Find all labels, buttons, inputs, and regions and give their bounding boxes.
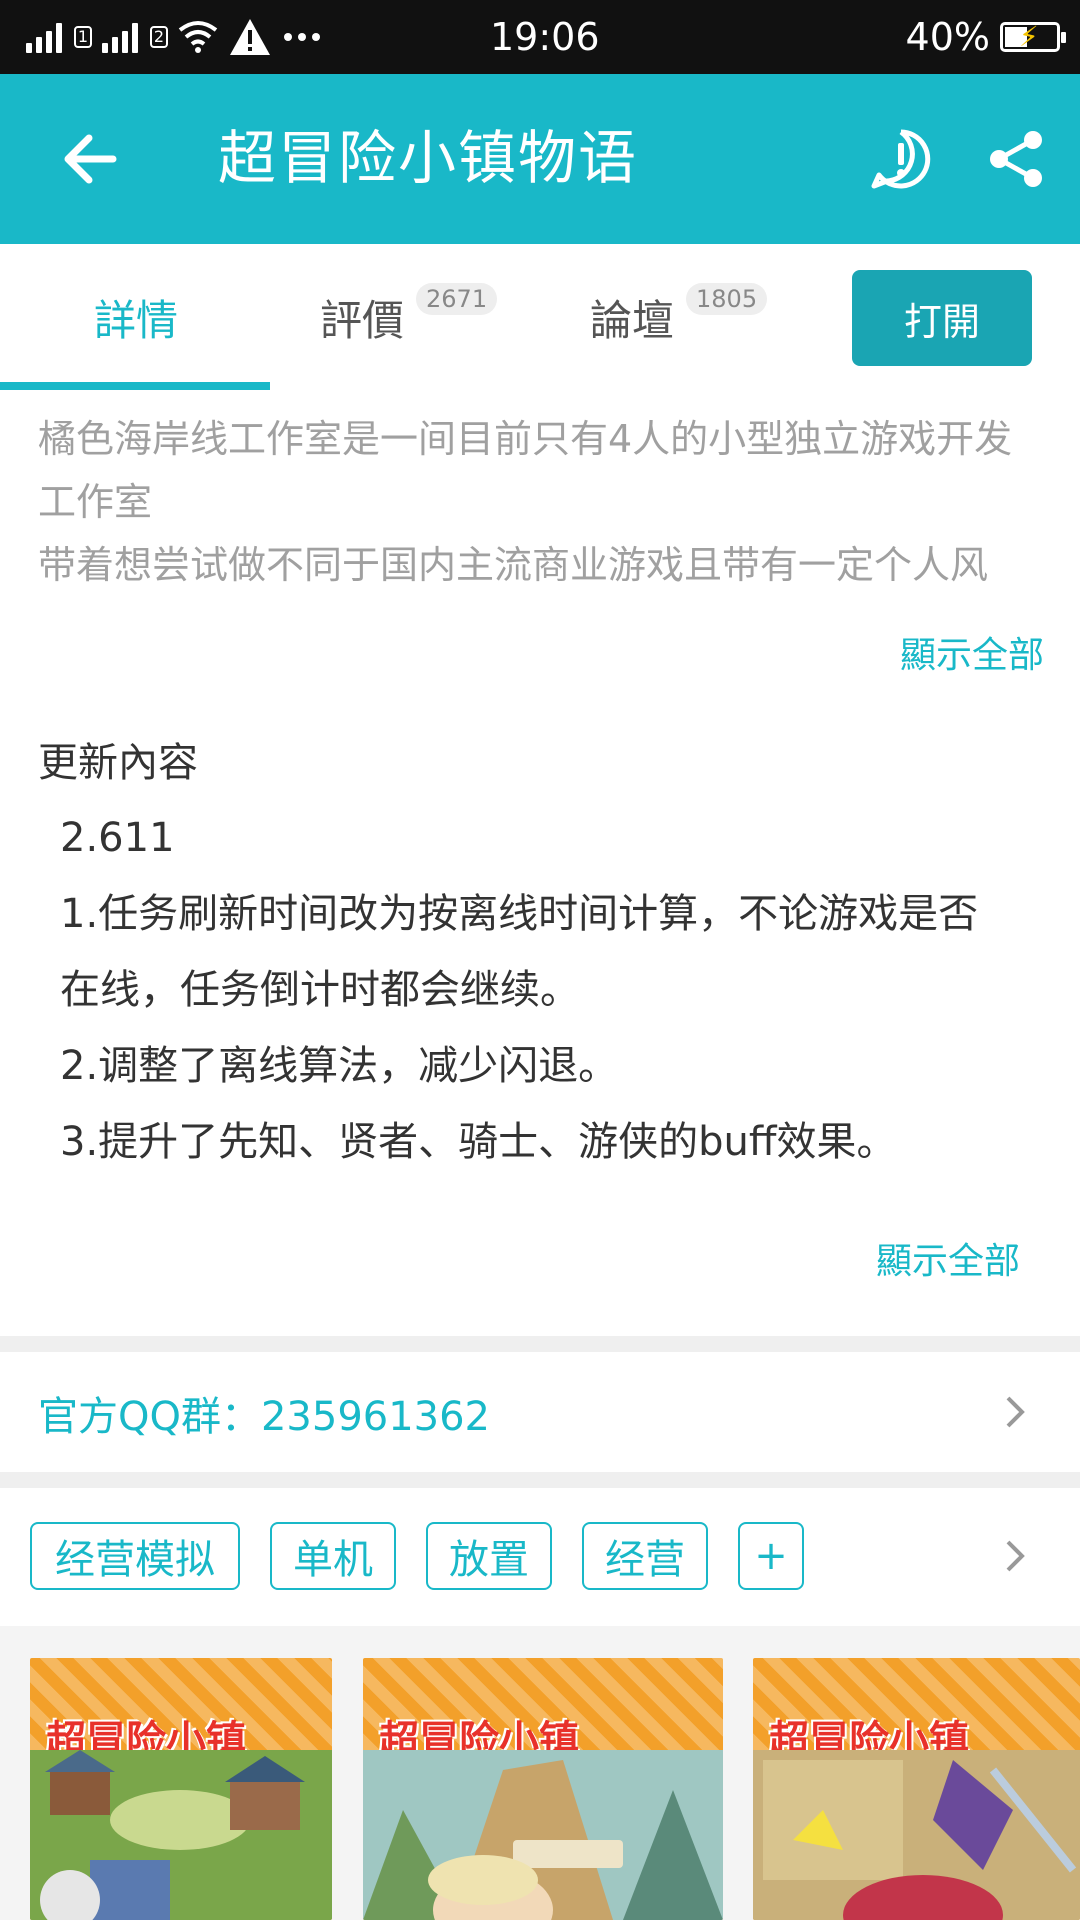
app-bar: 超冒险小镇物语 (0, 74, 1080, 244)
battery-icon: ⚡ (1000, 20, 1066, 53)
update-notes: 2.611 1.任务刷新时间改为按离线时间计算，不论游戏是否 在线，任务倒计时都… (60, 800, 1040, 1180)
description-line: 带着想尝试做不同于国内主流商业游戏且带有一定个人风 (38, 543, 989, 587)
tab-label: 論壇 (590, 295, 675, 345)
town-scene-image (30, 1750, 332, 1920)
update-line: 2.调整了离线算法，减少闪退。 (60, 1043, 619, 1089)
qq-group-row[interactable]: 官方QQ群：235961362 (0, 1352, 1080, 1472)
app-description: 橘色海岸线工作室是一间目前只有4人的小型独立游戏开发 工作室 带着想尝试做不同于… (38, 408, 1048, 597)
update-line: 2.611 (60, 815, 175, 861)
open-button[interactable]: 打開 (852, 270, 1032, 366)
tag-chip[interactable]: 经营 (582, 1522, 708, 1590)
sim2-indicator: 2 (150, 26, 168, 48)
count-badge: 1805 (686, 283, 768, 315)
description-line: 橘色海岸线工作室是一间目前只有4人的小型独立游戏开发 (38, 417, 1013, 461)
warning-icon (230, 19, 270, 55)
chevron-right-icon (1006, 1396, 1025, 1428)
description-show-all-link[interactable]: 顯示全部 (900, 626, 1044, 678)
wifi-icon (178, 21, 218, 53)
update-show-all-link[interactable]: 顯示全部 (876, 1232, 1020, 1284)
status-right: 40% ⚡ (905, 14, 1066, 60)
update-section-title: 更新內容 (38, 740, 198, 786)
tag-chip[interactable]: 单机 (270, 1522, 396, 1590)
description-line: 工作室 (38, 480, 153, 524)
update-line: 1.任务刷新时间改为按离线时间计算，不论游戏是否 (60, 891, 979, 937)
more-dots-icon (284, 33, 320, 41)
page-title: 超冒险小镇物语 (218, 124, 639, 192)
charging-bolt-icon: ⚡ (1019, 20, 1039, 53)
tab-indicator (0, 382, 270, 390)
tab-details[interactable]: 詳情 (94, 244, 178, 390)
chevron-right-icon[interactable] (1000, 1536, 1030, 1576)
signal-icon-2 (102, 21, 138, 53)
battery-percent: 40% (905, 15, 990, 59)
status-bar: 1 2 19:06 40% ⚡ (0, 0, 1080, 74)
qq-group-label: 官方QQ群：235961362 (38, 1394, 491, 1440)
screenshot-thumbnail[interactable]: 超冒险小镇 (753, 1658, 1080, 1920)
count-badge: 2671 (416, 283, 498, 315)
tag-chip[interactable]: 放置 (426, 1522, 552, 1590)
tab-forum[interactable]: 論壇 1805 (590, 244, 768, 390)
section-divider (0, 1472, 1080, 1488)
tab-label: 評價 (320, 295, 405, 345)
screenshot-thumbnail[interactable]: 超冒险小镇 (30, 1658, 332, 1920)
arrow-left-icon[interactable] (55, 124, 125, 194)
update-line: 在线，任务倒计时都会继续。 (60, 967, 580, 1013)
tab-label: 詳情 (94, 295, 179, 345)
clock: 19:06 (490, 15, 600, 59)
exclamation-circle-icon[interactable] (870, 128, 932, 190)
add-tag-button[interactable]: + (738, 1522, 804, 1590)
tab-reviews[interactable]: 評價 2671 (320, 244, 498, 390)
battle-scene-image (753, 1750, 1080, 1920)
screenshot-thumbnail[interactable]: 超冒险小镇 (363, 1658, 723, 1920)
signal-icon (26, 21, 62, 53)
tags-row: 经营模拟 单机 放置 经营 + (0, 1488, 1080, 1626)
canyon-scene-image (363, 1750, 723, 1920)
sim1-indicator: 1 (74, 26, 92, 48)
share-icon[interactable] (985, 128, 1047, 190)
update-line: 3.提升了先知、贤者、骑士、游侠的buff效果。 (60, 1119, 897, 1165)
tag-chip[interactable]: 经营模拟 (30, 1522, 240, 1590)
section-divider (0, 1336, 1080, 1352)
status-left: 1 2 (26, 14, 322, 60)
